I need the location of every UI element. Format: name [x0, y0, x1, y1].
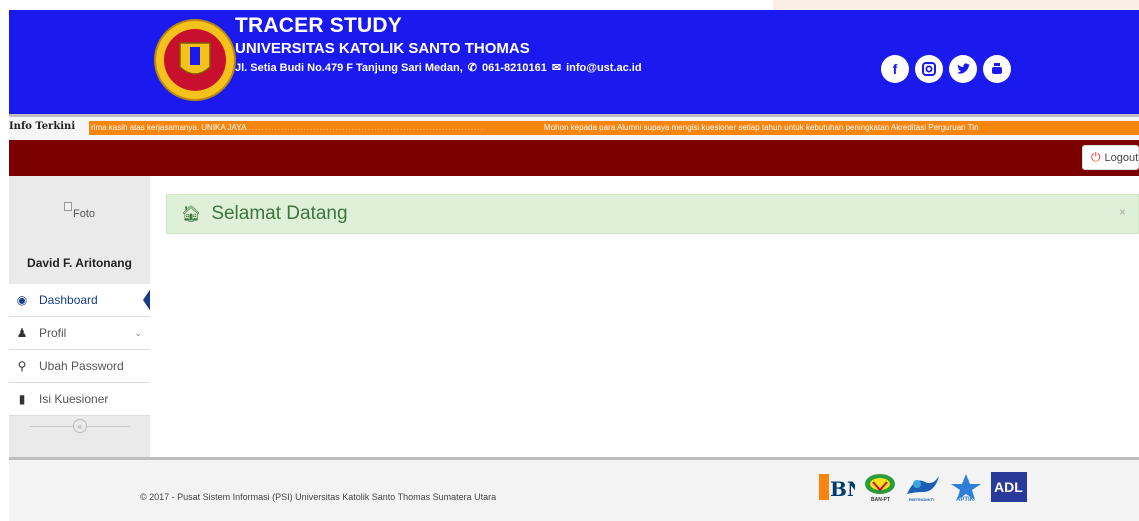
- top-nav-bar: [9, 140, 1139, 176]
- sidebar-item-ubah-password[interactable]: ⚲ Ubah Password: [9, 350, 150, 383]
- news-ticker: Info Terkini rima kasih atas kerjasamany…: [9, 114, 1139, 140]
- sidebar-item-label: Ubah Password: [39, 359, 124, 373]
- user-icon: ♟: [16, 326, 28, 340]
- logout-label: Logout: [1104, 151, 1139, 164]
- copyright-text: © 2017 - Pusat Sistem Informasi (PSI) Un…: [140, 492, 497, 502]
- adl-logo: ADL: [991, 472, 1027, 502]
- partner-logos: BNI BAN-PT RISTEKDIKTI APTIK ADL: [819, 472, 1027, 502]
- ticker-message-a: rima kasih atas kerjasamanya. UNIKA JAYA: [91, 123, 247, 132]
- svg-text:BAN-PT: BAN-PT: [871, 497, 890, 502]
- social-links: f: [881, 55, 1011, 83]
- ticker-bar: rima kasih atas kerjasamanya. UNIKA JAYA…: [89, 121, 1139, 135]
- file-icon: ▮: [18, 392, 26, 406]
- sidebar-item-label: Profil: [39, 326, 67, 340]
- close-icon[interactable]: ×: [1119, 205, 1126, 219]
- twitter-icon[interactable]: [949, 55, 977, 83]
- logout-button[interactable]: ⏻ Logout: [1082, 145, 1139, 170]
- email-link[interactable]: info@ust.ac.id: [566, 62, 642, 74]
- sidebar-nav: ◉ Dashboard ♟ Profil ⌄ ⚲ Ubah Password ▮…: [9, 284, 151, 416]
- site-header: TRACER STUDY UNIVERSITAS KATOLIK SANTO T…: [9, 10, 1139, 114]
- svg-text:BNI: BNI: [830, 477, 855, 501]
- site-title: TRACER STUDY: [235, 14, 402, 37]
- home-icon: 🏠︎: [181, 206, 202, 223]
- ticker-label: Info Terkini: [9, 121, 76, 132]
- welcome-alert: 🏠︎ Selamat Datang ×: [166, 194, 1139, 234]
- title-block: TRACER STUDY UNIVERSITAS KATOLIK SANTO T…: [235, 14, 642, 74]
- power-icon: ⏻: [1091, 150, 1101, 164]
- university-name: UNIVERSITAS KATOLIK SANTO THOMAS: [235, 40, 530, 57]
- ban-pt-logo: BAN-PT: [863, 472, 897, 502]
- phone-text: 061-8210161: [482, 61, 547, 74]
- aptik-logo: APTIK: [949, 472, 983, 502]
- sidebar: Foto David F. Aritonang ◉ Dashboard ♟ Pr…: [9, 176, 151, 457]
- mail-icon: ✉: [551, 62, 562, 74]
- address-text: Jl. Setia Budi No.479 F Tanjung Sari Med…: [235, 61, 463, 74]
- university-logo: [150, 15, 240, 107]
- sidebar-item-dashboard[interactable]: ◉ Dashboard: [9, 284, 151, 317]
- broken-image-icon: [64, 202, 72, 211]
- sidebar-item-label: Dashboard: [39, 293, 98, 307]
- svg-text:RISTEKDIKTI: RISTEKDIKTI: [909, 497, 934, 502]
- ticker-separator: ........................................…: [239, 123, 488, 132]
- contact-line: Jl. Setia Budi No.479 F Tanjung Sari Med…: [235, 61, 642, 75]
- chevron-down-icon: ⌄: [134, 327, 142, 338]
- sidebar-item-profil[interactable]: ♟ Profil ⌄: [9, 317, 150, 350]
- key-icon: ⚲: [17, 359, 27, 373]
- youtube-icon[interactable]: [983, 55, 1011, 83]
- collapse-sidebar-button[interactable]: «: [72, 419, 87, 433]
- facebook-icon[interactable]: f: [881, 55, 909, 83]
- dashboard-icon: ◉: [16, 293, 28, 307]
- footer: © 2017 - Pusat Sistem Informasi (PSI) Un…: [9, 457, 1139, 521]
- sidebar-item-label: Isi Kuesioner: [39, 392, 109, 406]
- phone-icon: ✆: [467, 62, 478, 74]
- main-content: 🏠︎ Selamat Datang ×: [150, 176, 1139, 457]
- profile-photo: Foto: [64, 202, 95, 220]
- welcome-text: Selamat Datang: [211, 203, 348, 224]
- ristekdikti-logo: RISTEKDIKTI: [905, 472, 941, 502]
- instagram-icon[interactable]: [915, 55, 943, 83]
- svg-text:ADL: ADL: [994, 479, 1023, 495]
- photo-alt-text: Foto: [73, 208, 96, 220]
- bni-logo: BNI: [819, 472, 855, 502]
- user-name: David F. Aritonang: [27, 256, 132, 270]
- sidebar-collapse: «: [9, 414, 150, 438]
- svg-text:APTIK: APTIK: [956, 497, 975, 502]
- sidebar-item-isi-kuesioner[interactable]: ▮ Isi Kuesioner: [9, 383, 150, 416]
- ticker-message-b: Mohon kepada para Alumni supaya mengisi …: [544, 123, 979, 132]
